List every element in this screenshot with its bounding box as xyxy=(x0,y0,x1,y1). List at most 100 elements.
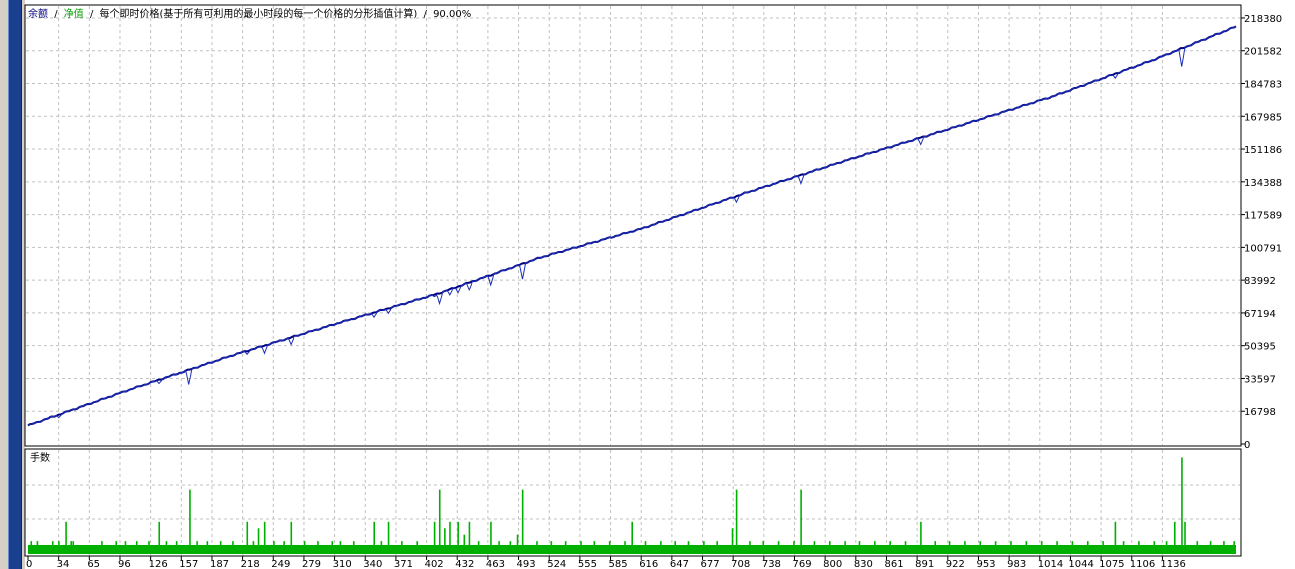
volume-base-band xyxy=(28,544,1236,554)
x-tick-label: 0 xyxy=(26,559,32,569)
volume-bar xyxy=(124,541,127,546)
volume-bar xyxy=(449,521,451,546)
volume-bar xyxy=(283,541,285,546)
y-tick-label: 218380 xyxy=(1244,14,1282,25)
volume-bar xyxy=(1233,541,1235,546)
volume-bar xyxy=(252,541,255,546)
y-tick-label: 184783 xyxy=(1244,80,1282,91)
volume-bar xyxy=(536,541,538,546)
y-tick-label: 0 xyxy=(1244,440,1250,451)
volume-bar xyxy=(206,541,209,546)
x-tick-label: 1044 xyxy=(1068,559,1093,569)
volume-bar xyxy=(550,541,553,546)
volume-bar xyxy=(1153,541,1156,546)
x-tick-label: 1106 xyxy=(1130,559,1155,569)
volume-bar xyxy=(749,541,751,546)
x-tick-label: 1136 xyxy=(1160,559,1185,569)
volume-bar xyxy=(175,541,178,546)
volume-bar xyxy=(874,541,876,546)
volume-bar xyxy=(165,541,168,546)
x-tick-label: 187 xyxy=(210,559,229,569)
volume-bar xyxy=(1010,541,1012,546)
x-tick-label: 800 xyxy=(823,559,842,569)
volume-bar xyxy=(290,521,293,546)
y-tick-label: 167985 xyxy=(1244,112,1282,123)
volume-bar xyxy=(660,541,662,546)
x-tick-label: 1014 xyxy=(1038,559,1063,569)
report-chart: 218380 201582 184783 167985 151186 134388 1175… xyxy=(24,4,1282,569)
y-tick-label: 134388 xyxy=(1244,178,1282,189)
legend-separator-3: / xyxy=(424,9,428,20)
volume-bar xyxy=(1209,541,1212,546)
volume-bar xyxy=(1056,541,1058,546)
volume-bar xyxy=(373,521,376,546)
y-tick-label: 50395 xyxy=(1244,342,1276,353)
x-tick-label: 647 xyxy=(670,559,689,569)
volume-bar xyxy=(1196,541,1199,546)
x-tick-label: 371 xyxy=(394,559,413,569)
volume-bar xyxy=(948,541,951,546)
volume-bar xyxy=(904,541,907,546)
volume-bar xyxy=(101,541,103,546)
volume-bar xyxy=(920,521,922,546)
volume-bar xyxy=(196,541,198,546)
volume-bar xyxy=(246,521,249,546)
x-tick-label: 524 xyxy=(547,559,566,569)
volume-bar xyxy=(516,534,519,546)
volume-bar xyxy=(889,541,891,546)
volume-bar xyxy=(498,541,500,546)
volume-bar xyxy=(339,541,342,546)
volume-bar xyxy=(477,541,480,546)
x-tick-label: 432 xyxy=(455,559,474,569)
x-tick-label: 34 xyxy=(57,559,70,569)
x-tick-label: 96 xyxy=(118,559,131,569)
volume-bar xyxy=(858,541,861,546)
volume-bar xyxy=(979,541,982,546)
volume-bar xyxy=(273,541,275,546)
volume-bar xyxy=(72,541,75,546)
volume-bar xyxy=(433,521,436,546)
volume-bar xyxy=(593,541,596,546)
volume-bar xyxy=(438,489,441,546)
x-tick-label: 402 xyxy=(425,559,444,569)
volume-bar xyxy=(189,489,191,546)
volume-bar xyxy=(1040,541,1043,546)
x-tick-label: 738 xyxy=(762,559,781,569)
volume-bar xyxy=(564,541,567,546)
volume-bar xyxy=(1086,541,1089,546)
x-tick-label: 65 xyxy=(87,559,100,569)
volume-bar xyxy=(148,541,150,546)
y-tick-label: 100791 xyxy=(1244,243,1282,254)
volume-bar xyxy=(1025,541,1028,546)
legend-balance: 余额 xyxy=(28,7,48,20)
legend-separator-2: / xyxy=(90,9,94,20)
x-tick-label: 157 xyxy=(179,559,198,569)
volume-bar xyxy=(674,541,676,546)
x-tick-label: 983 xyxy=(1007,559,1026,569)
legend-quality: 90.00% xyxy=(433,9,471,20)
volume-bar xyxy=(716,541,718,546)
volume-bar xyxy=(793,541,795,546)
x-tick-label: 891 xyxy=(915,559,934,569)
volume-bar xyxy=(813,541,816,546)
volume-title: 手数 xyxy=(30,451,50,464)
volume-bar xyxy=(1181,457,1183,546)
x-tick-label: 249 xyxy=(271,559,290,569)
volume-bar xyxy=(1223,541,1225,546)
x-tick-label: 616 xyxy=(639,559,658,569)
volume-bar xyxy=(331,541,334,546)
volume-bar xyxy=(303,541,306,546)
x-tick-label: 708 xyxy=(731,559,750,569)
volume-bar xyxy=(257,528,260,546)
volume-bar xyxy=(387,521,390,546)
x-axis-ticks: 0 34 65 96 126 157 187 218 249 279 310 340 371 402 432… xyxy=(26,556,1186,569)
volume-bar xyxy=(800,489,802,546)
volume-bar xyxy=(468,521,471,546)
volume-bar xyxy=(624,541,626,546)
x-tick-label: 126 xyxy=(149,559,168,569)
volume-bar xyxy=(687,541,690,546)
volume-bar xyxy=(1138,541,1140,546)
y-tick-label: 83992 xyxy=(1244,276,1276,287)
y-tick-label: 151186 xyxy=(1244,145,1282,156)
y-tick-label: 117589 xyxy=(1244,211,1282,222)
